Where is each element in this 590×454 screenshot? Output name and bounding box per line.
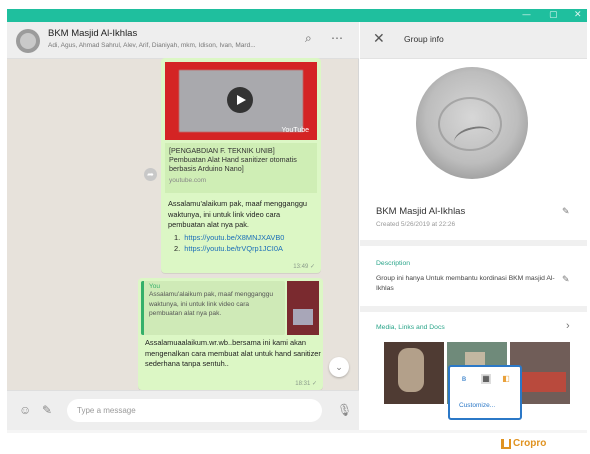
message-time: 13:49 ✓ (293, 264, 315, 270)
chat-header[interactable]: BKM Masjid Al-Ikhlas Adi, Agus, Ahmad Sa… (7, 22, 359, 59)
close-icon[interactable]: ✕ (373, 30, 385, 47)
attach-icon[interactable]: ✎ (42, 403, 52, 417)
group-created: Created 5/26/2019 at 22:26 (376, 221, 456, 228)
emoji-icon[interactable]: ☺ (19, 403, 31, 417)
group-name: BKM Masjid Al-Ikhlas (376, 206, 466, 217)
group-photo[interactable] (416, 67, 528, 179)
close-window-button[interactable]: ✕ (574, 10, 582, 20)
description-text: Group ini hanya Untuk membantu kordinasi… (376, 275, 555, 292)
link-list: 1. https://youtu.be/X8MNJXAVB0 2. https:… (174, 233, 319, 254)
message-bubble[interactable]: You Assalamu'alaikum pak, maaf menggangg… (138, 278, 323, 390)
title-bar (7, 9, 587, 22)
chat-pane: BKM Masjid Al-Ikhlas Adi, Agus, Ahmad Sa… (7, 22, 359, 430)
group-avatar[interactable] (16, 29, 40, 53)
chat-group-name: BKM Masjid Al-Ikhlas (48, 28, 138, 39)
edit-description-icon[interactable]: ✎ (562, 274, 570, 285)
app-tray-icon[interactable]: ▦ (481, 374, 491, 384)
video-thumbnail[interactable]: YouTube (165, 62, 317, 140)
message-input[interactable] (67, 399, 322, 422)
crop-icon (501, 439, 511, 449)
message-text: Assalamuaalaikum.wr.wb..bersama ini kami… (145, 338, 321, 368)
quote-author: You (149, 283, 160, 290)
quoted-message[interactable]: You Assalamu'alaikum pak, maaf menggangg… (141, 281, 285, 335)
group-info-title: Group info (404, 34, 444, 44)
quote-thumbnail (287, 281, 319, 335)
cropro-tray-icon[interactable]: ◧ (501, 374, 511, 384)
cropro-watermark: Cropro (513, 438, 547, 449)
play-icon[interactable] (227, 87, 253, 113)
youtube-logo: YouTube (281, 127, 309, 134)
message-bubble[interactable]: YouTube [PENGABDIAN F. TEKNIK UNIB] Pemb… (161, 58, 321, 273)
more-options-icon[interactable]: ⋯ (331, 31, 344, 45)
search-icon[interactable]: ⌕ (305, 31, 312, 46)
group-info-header: ✕ Group info (360, 22, 587, 59)
chat-group-members: Adi, Agus, Ahmad Sahrul, Alev, Arif, Dia… (48, 42, 256, 49)
microphone-icon[interactable]: 🎙 (337, 403, 352, 417)
link-number: 2. (174, 243, 181, 253)
bluetooth-icon[interactable]: ʙ (459, 374, 469, 384)
quote-text: Assalamu'alaikum pak, maaf mengganggu wa… (149, 291, 274, 317)
tray-popup: ʙ ▦ ◧ Customize... (448, 365, 522, 420)
message-text: Assalamu'alaikum pak, maaf mengganggu wa… (168, 199, 308, 229)
message-link[interactable]: https://youtu.be/X8MNJXAVB0 (184, 233, 284, 242)
taskbar-edge (7, 430, 587, 433)
chevron-right-icon[interactable]: › (566, 320, 570, 332)
link-preview-title: [PENGABDIAN F. TEKNIK UNIB] Pembuatan Al… (169, 146, 297, 173)
message-link[interactable]: https://youtu.be/trVQrp1JCI0A (184, 244, 283, 253)
forward-icon[interactable]: ➦ (144, 168, 157, 181)
media-thumbnail[interactable] (384, 342, 444, 404)
scroll-down-button[interactable]: ⌄ (329, 357, 349, 377)
message-composer: ☺ ✎ 🎙 (7, 390, 359, 430)
maximize-button[interactable]: ▢ (549, 10, 558, 20)
link-number: 1. (174, 233, 181, 242)
message-time: 18:31 ✓ (295, 381, 317, 387)
edit-name-icon[interactable]: ✎ (562, 206, 570, 217)
description-label: Description (376, 260, 410, 267)
media-links-docs-label[interactable]: Media, Links and Docs (376, 324, 445, 331)
minimize-button[interactable]: — (522, 10, 531, 20)
link-preview-domain: youtube.com (169, 177, 207, 184)
customize-link[interactable]: Customize... (459, 402, 495, 409)
link-preview[interactable]: [PENGABDIAN F. TEKNIK UNIB] Pembuatan Al… (165, 143, 317, 193)
